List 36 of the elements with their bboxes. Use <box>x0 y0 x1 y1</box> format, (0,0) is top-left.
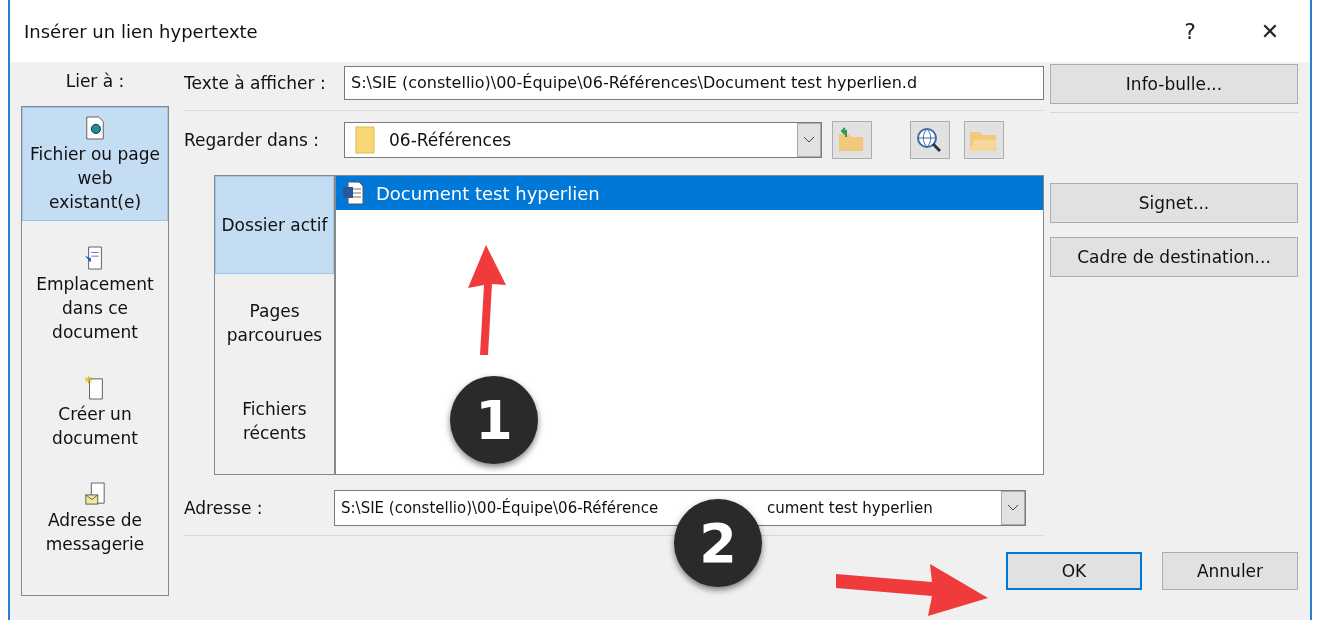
folder-icon <box>355 126 375 154</box>
address-text: cument test hyperlien <box>767 499 934 517</box>
caret-icon <box>797 123 821 157</box>
step-badge: 2 <box>674 499 762 587</box>
window-title: Insérer un lien hypertexte <box>24 20 259 42</box>
display-text-label: Texte à afficher : <box>184 73 327 93</box>
address-label: Adresse : <box>184 498 264 518</box>
link-type-item[interactable]: Créer un document <box>22 367 168 457</box>
ok-button[interactable]: OK <box>1006 552 1142 590</box>
source-item[interactable]: Pages parcourues <box>215 274 334 372</box>
help-button[interactable]: ? <box>1150 6 1230 56</box>
file-row[interactable]: Document test hyperlien <box>336 176 1043 210</box>
source-item[interactable]: Dossier actif <box>215 176 334 274</box>
look-in-label: Regarder dans : <box>184 130 321 150</box>
link-type-item[interactable]: Adresse de messagerie <box>22 473 168 563</box>
bookmark-button[interactable]: Signet... <box>1050 183 1298 223</box>
address-text: S:\SIE (constellio)\00-Équipe\06-Référence <box>341 499 660 517</box>
tooltip-button[interactable]: Info-bulle... <box>1050 64 1298 104</box>
mail-document-icon <box>84 480 106 508</box>
source-item[interactable]: Fichiers récents <box>215 372 334 470</box>
link-type-item[interactable]: Emplacement dans ce document <box>22 237 168 351</box>
cancel-button[interactable]: Annuler <box>1162 552 1298 590</box>
browse-file-button[interactable] <box>964 121 1004 159</box>
close-button[interactable]: ✕ <box>1230 6 1310 56</box>
look-in-dropdown[interactable]: 06-Références <box>344 122 822 158</box>
globe-document-icon <box>84 114 106 142</box>
caret-icon <box>1001 491 1025 525</box>
globe-magnifier-icon <box>914 125 944 155</box>
link-to-label: Lier à : <box>65 70 125 93</box>
word-document-icon <box>342 181 364 205</box>
browse-web-button[interactable] <box>910 121 950 159</box>
folder-up-button[interactable] <box>832 121 872 159</box>
link-type-item[interactable]: Fichier ou page web existant(e) <box>22 107 168 221</box>
target-frame-button[interactable]: Cadre de destination... <box>1050 237 1298 277</box>
new-document-icon <box>84 374 106 402</box>
display-text-field[interactable]: S:\SIE (constellio)\00-Équipe\06-Références\Document test hyperlien.d <box>344 66 1044 100</box>
